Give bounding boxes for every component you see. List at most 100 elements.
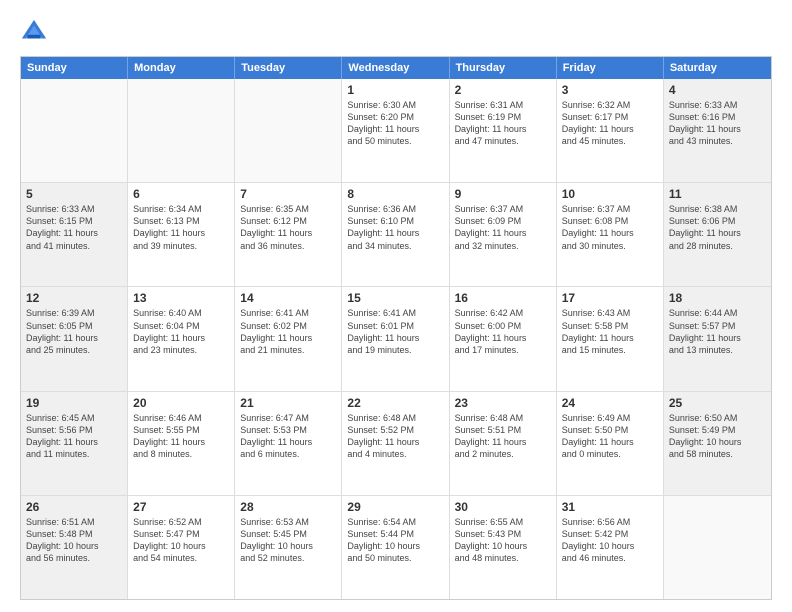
logo bbox=[20, 18, 52, 46]
day-number: 7 bbox=[240, 187, 336, 201]
day-number: 18 bbox=[669, 291, 766, 305]
day-info: Sunrise: 6:54 AMSunset: 5:44 PMDaylight:… bbox=[347, 516, 443, 565]
page: SundayMondayTuesdayWednesdayThursdayFrid… bbox=[0, 0, 792, 612]
calendar-cell: 27 Sunrise: 6:52 AMSunset: 5:47 PMDayligh… bbox=[128, 496, 235, 599]
day-info: Sunrise: 6:37 AMSunset: 6:09 PMDaylight:… bbox=[455, 203, 551, 252]
header bbox=[20, 18, 772, 46]
calendar-cell: 20 Sunrise: 6:46 AMSunset: 5:55 PMDayligh… bbox=[128, 392, 235, 495]
calendar-cell: 15 Sunrise: 6:41 AMSunset: 6:01 PMDayligh… bbox=[342, 287, 449, 390]
calendar-cell: 19Sunrise: 6:45 AMSunset: 5:56 PMDayligh… bbox=[21, 392, 128, 495]
calendar-cell: 26 Sunrise: 6:51 AMSunset: 5:48 PMDayligh… bbox=[21, 496, 128, 599]
day-number: 27 bbox=[133, 500, 229, 514]
calendar-cell: 9Sunrise: 6:37 AMSunset: 6:09 PMDaylight… bbox=[450, 183, 557, 286]
day-info: Sunrise: 6:33 AMSunset: 6:16 PMDaylight:… bbox=[669, 99, 766, 148]
day-info: Sunrise: 6:51 AMSunset: 5:48 PMDaylight:… bbox=[26, 516, 122, 565]
calendar-cell: 13Sunrise: 6:40 AMSunset: 6:04 PMDayligh… bbox=[128, 287, 235, 390]
day-info: Sunrise: 6:41 AMSunset: 6:02 PMDaylight:… bbox=[240, 307, 336, 356]
calendar-cell: 18 Sunrise: 6:44 AMSunset: 5:57 PMDayligh… bbox=[664, 287, 771, 390]
day-number: 11 bbox=[669, 187, 766, 201]
calendar-cell: 10 Sunrise: 6:37 AMSunset: 6:08 PMDayligh… bbox=[557, 183, 664, 286]
day-number: 19 bbox=[26, 396, 122, 410]
day-info: Sunrise: 6:32 AMSunset: 6:17 PMDaylight:… bbox=[562, 99, 658, 148]
day-info: Sunrise: 6:43 AMSunset: 5:58 PMDaylight:… bbox=[562, 307, 658, 356]
calendar-cell: 22 Sunrise: 6:48 AMSunset: 5:52 PMDayligh… bbox=[342, 392, 449, 495]
day-info: Sunrise: 6:48 AMSunset: 5:51 PMDaylight:… bbox=[455, 412, 551, 461]
day-info: Sunrise: 6:30 AMSunset: 6:20 PMDaylight:… bbox=[347, 99, 443, 148]
calendar-row: 19Sunrise: 6:45 AMSunset: 5:56 PMDayligh… bbox=[21, 391, 771, 495]
weekday-header: Wednesday bbox=[342, 57, 449, 79]
day-number: 1 bbox=[347, 83, 443, 97]
weekday-header: Monday bbox=[128, 57, 235, 79]
calendar-cell: 11 Sunrise: 6:38 AMSunset: 6:06 PMDayligh… bbox=[664, 183, 771, 286]
day-number: 30 bbox=[455, 500, 551, 514]
calendar-cell: 23 Sunrise: 6:48 AMSunset: 5:51 PMDayligh… bbox=[450, 392, 557, 495]
day-number: 4 bbox=[669, 83, 766, 97]
weekday-header: Thursday bbox=[450, 57, 557, 79]
day-number: 14 bbox=[240, 291, 336, 305]
calendar-cell: 28Sunrise: 6:53 AMSunset: 5:45 PMDayligh… bbox=[235, 496, 342, 599]
day-info: Sunrise: 6:48 AMSunset: 5:52 PMDaylight:… bbox=[347, 412, 443, 461]
logo-icon bbox=[20, 18, 48, 46]
day-info: Sunrise: 6:40 AMSunset: 6:04 PMDaylight:… bbox=[133, 307, 229, 356]
calendar-cell: 1 Sunrise: 6:30 AMSunset: 6:20 PMDaylight… bbox=[342, 79, 449, 182]
calendar: SundayMondayTuesdayWednesdayThursdayFrid… bbox=[20, 56, 772, 600]
calendar-cell: 14 Sunrise: 6:41 AMSunset: 6:02 PMDayligh… bbox=[235, 287, 342, 390]
day-number: 8 bbox=[347, 187, 443, 201]
day-info: Sunrise: 6:44 AMSunset: 5:57 PMDaylight:… bbox=[669, 307, 766, 356]
calendar-header: SundayMondayTuesdayWednesdayThursdayFrid… bbox=[21, 57, 771, 79]
day-number: 26 bbox=[26, 500, 122, 514]
day-number: 23 bbox=[455, 396, 551, 410]
day-info: Sunrise: 6:46 AMSunset: 5:55 PMDaylight:… bbox=[133, 412, 229, 461]
calendar-cell: 30 Sunrise: 6:55 AMSunset: 5:43 PMDayligh… bbox=[450, 496, 557, 599]
calendar-cell: 31 Sunrise: 6:56 AMSunset: 5:42 PMDayligh… bbox=[557, 496, 664, 599]
weekday-header: Friday bbox=[557, 57, 664, 79]
day-info: Sunrise: 6:50 AMSunset: 5:49 PMDaylight:… bbox=[669, 412, 766, 461]
day-info: Sunrise: 6:37 AMSunset: 6:08 PMDaylight:… bbox=[562, 203, 658, 252]
day-info: Sunrise: 6:39 AMSunset: 6:05 PMDaylight:… bbox=[26, 307, 122, 356]
day-info: Sunrise: 6:47 AMSunset: 5:53 PMDaylight:… bbox=[240, 412, 336, 461]
day-info: Sunrise: 6:38 AMSunset: 6:06 PMDaylight:… bbox=[669, 203, 766, 252]
day-info: Sunrise: 6:36 AMSunset: 6:10 PMDaylight:… bbox=[347, 203, 443, 252]
day-number: 16 bbox=[455, 291, 551, 305]
day-number: 29 bbox=[347, 500, 443, 514]
calendar-cell: 2Sunrise: 6:31 AMSunset: 6:19 PMDaylight… bbox=[450, 79, 557, 182]
calendar-row: 12Sunrise: 6:39 AMSunset: 6:05 PMDayligh… bbox=[21, 286, 771, 390]
day-number: 6 bbox=[133, 187, 229, 201]
calendar-row: 26 Sunrise: 6:51 AMSunset: 5:48 PMDayligh… bbox=[21, 495, 771, 599]
day-info: Sunrise: 6:56 AMSunset: 5:42 PMDaylight:… bbox=[562, 516, 658, 565]
calendar-cell bbox=[21, 79, 128, 182]
day-number: 20 bbox=[133, 396, 229, 410]
day-number: 22 bbox=[347, 396, 443, 410]
calendar-cell: 21 Sunrise: 6:47 AMSunset: 5:53 PMDayligh… bbox=[235, 392, 342, 495]
day-info: Sunrise: 6:55 AMSunset: 5:43 PMDaylight:… bbox=[455, 516, 551, 565]
day-number: 31 bbox=[562, 500, 658, 514]
day-info: Sunrise: 6:52 AMSunset: 5:47 PMDaylight:… bbox=[133, 516, 229, 565]
day-number: 5 bbox=[26, 187, 122, 201]
day-number: 15 bbox=[347, 291, 443, 305]
calendar-row: 1 Sunrise: 6:30 AMSunset: 6:20 PMDaylight… bbox=[21, 79, 771, 182]
day-number: 2 bbox=[455, 83, 551, 97]
weekday-header: Tuesday bbox=[235, 57, 342, 79]
day-info: Sunrise: 6:53 AMSunset: 5:45 PMDaylight:… bbox=[240, 516, 336, 565]
day-info: Sunrise: 6:34 AMSunset: 6:13 PMDaylight:… bbox=[133, 203, 229, 252]
calendar-cell: 12Sunrise: 6:39 AMSunset: 6:05 PMDayligh… bbox=[21, 287, 128, 390]
day-info: Sunrise: 6:42 AMSunset: 6:00 PMDaylight:… bbox=[455, 307, 551, 356]
calendar-cell: 17Sunrise: 6:43 AMSunset: 5:58 PMDayligh… bbox=[557, 287, 664, 390]
day-number: 10 bbox=[562, 187, 658, 201]
day-info: Sunrise: 6:41 AMSunset: 6:01 PMDaylight:… bbox=[347, 307, 443, 356]
calendar-row: 5 Sunrise: 6:33 AMSunset: 6:15 PMDaylight… bbox=[21, 182, 771, 286]
calendar-cell bbox=[128, 79, 235, 182]
calendar-cell: 4 Sunrise: 6:33 AMSunset: 6:16 PMDaylight… bbox=[664, 79, 771, 182]
calendar-cell: 16 Sunrise: 6:42 AMSunset: 6:00 PMDayligh… bbox=[450, 287, 557, 390]
calendar-cell: 24Sunrise: 6:49 AMSunset: 5:50 PMDayligh… bbox=[557, 392, 664, 495]
calendar-cell: 6 Sunrise: 6:34 AMSunset: 6:13 PMDaylight… bbox=[128, 183, 235, 286]
calendar-cell: 7Sunrise: 6:35 AMSunset: 6:12 PMDaylight… bbox=[235, 183, 342, 286]
weekday-header: Sunday bbox=[21, 57, 128, 79]
calendar-body: 1 Sunrise: 6:30 AMSunset: 6:20 PMDaylight… bbox=[21, 79, 771, 599]
calendar-cell: 3 Sunrise: 6:32 AMSunset: 6:17 PMDaylight… bbox=[557, 79, 664, 182]
calendar-cell: 5 Sunrise: 6:33 AMSunset: 6:15 PMDaylight… bbox=[21, 183, 128, 286]
day-number: 3 bbox=[562, 83, 658, 97]
day-info: Sunrise: 6:33 AMSunset: 6:15 PMDaylight:… bbox=[26, 203, 122, 252]
day-number: 21 bbox=[240, 396, 336, 410]
calendar-cell bbox=[664, 496, 771, 599]
